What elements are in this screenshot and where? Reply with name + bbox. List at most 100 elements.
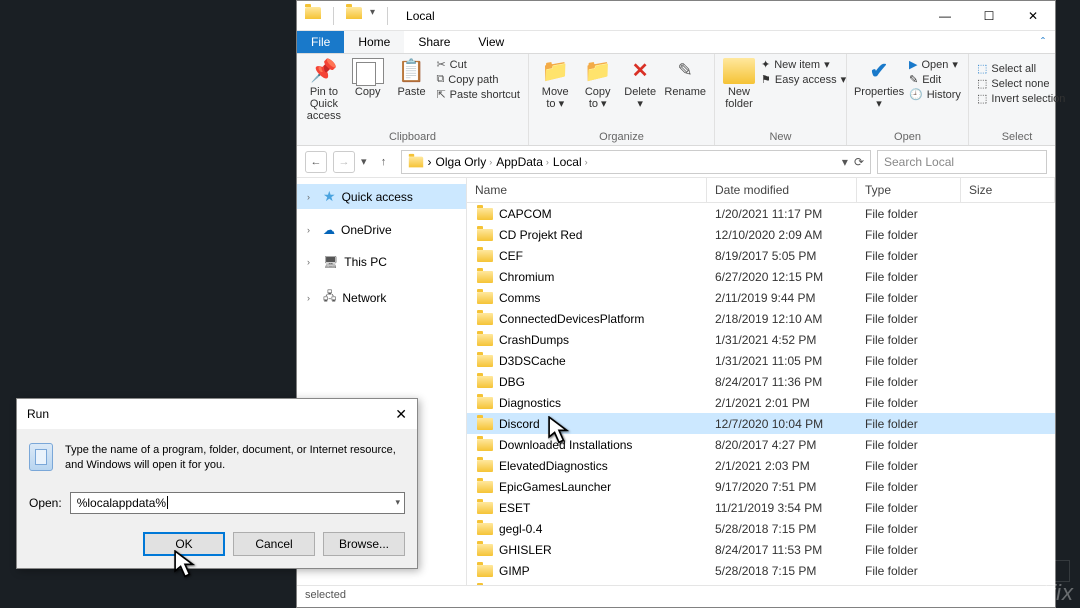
ribbon-collapse-icon[interactable]: ˆ [1031,31,1055,53]
file-row[interactable]: GIMP5/28/2018 7:15 PMFile folder [467,560,1055,581]
file-row[interactable]: Comms 2/11/2019 9:44 PMFile folder [467,287,1055,308]
file-row[interactable]: ElevatedDiagnostics2/1/2021 2:03 PMFile … [467,455,1055,476]
file-name: CD Projekt Red [499,228,582,242]
back-button[interactable]: ← [305,151,327,173]
run-close-button[interactable]: ✕ [395,406,407,423]
move-to-button[interactable]: 📁Move to ▾ [537,58,573,110]
browse-button[interactable]: Browse... [323,532,405,556]
file-name: CrashDumps [499,333,569,347]
close-button[interactable]: ✕ [1011,1,1055,31]
paste-button[interactable]: 📋Paste [393,58,431,98]
file-row[interactable]: EpicGamesLauncher9/17/2020 7:51 PMFile f… [467,476,1055,497]
folder-icon [477,418,493,430]
ribbon: 📌Pin to Quick access Copy 📋Paste ✂Cut ⧉C… [297,54,1055,146]
cut-button[interactable]: ✂Cut [436,58,520,71]
watermark-icon [1044,560,1070,582]
refresh-button[interactable]: ⟳ [854,155,864,169]
watermark-text: ugetfix [1002,580,1074,606]
run-input[interactable]: %localappdata% ▾ [70,492,405,514]
rename-button[interactable]: ✎Rename [664,58,706,98]
copy-to-button[interactable]: 📁Copy to ▾ [579,58,615,110]
address-dropdown-icon[interactable]: ▾ [842,155,848,169]
file-type: File folder [857,480,961,494]
cancel-button[interactable]: Cancel [233,532,315,556]
folder-icon [477,460,493,472]
minimize-button[interactable]: — [923,1,967,31]
file-name: ElevatedDiagnostics [499,459,608,473]
file-row[interactable]: D3DSCache1/31/2021 11:05 PMFile folder [467,350,1055,371]
select-none-button[interactable]: ⬚Select none [977,77,1057,90]
ok-button[interactable]: OK [143,532,225,556]
history-button[interactable]: 🕘History [909,88,961,101]
recent-locations-icon[interactable]: ▾ [361,155,367,168]
breadcrumb-item[interactable]: AppData› [496,155,549,169]
file-row[interactable]: CAPCOM1/20/2021 11:17 PMFile folder [467,203,1055,224]
file-date: 2/11/2019 9:44 PM [707,291,857,305]
properties-button[interactable]: ✔Properties ▾ [855,58,903,110]
paste-shortcut-button[interactable]: ⇱Paste shortcut [436,88,520,101]
breadcrumb-bar[interactable]: › Olga Orly› AppData› Local› ▾ ⟳ [401,150,871,174]
folder-icon [477,334,493,346]
file-row[interactable]: Chromium6/27/2020 12:15 PMFile folder [467,266,1055,287]
pin-quick-access-button[interactable]: 📌Pin to Quick access [305,58,343,122]
new-item-button[interactable]: ✦New item ▾ [761,58,846,71]
run-dialog: Run ✕ Type the name of a program, folder… [16,398,418,569]
copy-path-button[interactable]: ⧉Copy path [436,73,520,86]
tab-file[interactable]: File [297,31,344,53]
edit-button[interactable]: ✎Edit [909,73,961,86]
up-button[interactable]: ↑ [373,151,395,173]
qat-icon[interactable] [346,7,362,19]
file-row[interactable]: DBG8/24/2017 11:36 PMFile folder [467,371,1055,392]
open-button[interactable]: ▶Open ▾ [909,58,961,71]
qat-dropdown-icon[interactable]: ▾ [370,7,375,25]
file-name: GIMP [499,564,530,578]
delete-button[interactable]: ✕Delete ▾ [622,58,658,110]
nav-network[interactable]: ›🖧Network [297,283,466,312]
file-type: File folder [857,291,961,305]
file-row[interactable]: CEF8/19/2017 5:05 PMFile folder [467,245,1055,266]
breadcrumb-item[interactable]: Olga Orly› [436,155,493,169]
search-input[interactable]: Search Local [877,150,1047,174]
file-type: File folder [857,564,961,578]
folder-icon [477,481,493,493]
nav-onedrive[interactable]: ›☁OneDrive [297,219,466,241]
file-date: 2/18/2019 12:10 AM [707,312,857,326]
run-dropdown-icon[interactable]: ▾ [395,497,400,508]
file-row[interactable]: ESET11/21/2019 3:54 PMFile folder [467,497,1055,518]
file-date: 1/20/2021 11:17 PM [707,207,857,221]
window-folder-icon [305,7,321,19]
folder-icon [477,271,493,283]
file-name: EpicGamesLauncher [499,480,611,494]
maximize-button[interactable]: ☐ [967,1,1011,31]
run-description: Type the name of a program, folder, docu… [65,443,405,474]
breadcrumb-item[interactable]: Local› [553,155,588,169]
tab-share[interactable]: Share [404,31,464,53]
file-row[interactable]: CrashDumps1/31/2021 4:52 PMFile folder [467,329,1055,350]
forward-button[interactable]: → [333,151,355,173]
column-headers[interactable]: Name Date modified Type Size [467,178,1055,203]
new-folder-button[interactable]: New folder [723,58,755,110]
folder-icon [477,439,493,451]
folder-icon [477,397,493,409]
tab-home[interactable]: Home [344,31,404,53]
file-row[interactable]: Diagnostics2/1/2021 2:01 PMFile folder [467,392,1055,413]
invert-selection-button[interactable]: ⬚Invert selection [977,92,1057,105]
file-name: DBG [499,375,525,389]
nav-this-pc[interactable]: ›🖥This PC [297,251,466,273]
col-size: Size [961,178,1055,202]
file-row[interactable]: gegl-0.45/28/2018 7:15 PMFile folder [467,518,1055,539]
copy-button[interactable]: Copy [349,58,387,98]
file-row[interactable]: ConnectedDevicesPlatform2/18/2019 12:10 … [467,308,1055,329]
file-date: 1/31/2021 11:05 PM [707,354,857,368]
select-all-button[interactable]: ⬚Select all [977,62,1057,75]
nav-quick-access[interactable]: ›★Quick access [297,184,466,209]
file-row[interactable]: CD Projekt Red12/10/2020 2:09 AMFile fol… [467,224,1055,245]
easy-access-button[interactable]: ⚑Easy access ▾ [761,73,846,86]
file-row[interactable]: Downloaded Installations8/20/2017 4:27 P… [467,434,1055,455]
file-type: File folder [857,396,961,410]
tab-view[interactable]: View [464,31,518,53]
file-date: 11/21/2019 3:54 PM [707,501,857,515]
file-name: Comms [499,291,540,305]
file-row[interactable]: Discord12/7/2020 10:04 PMFile folder [467,413,1055,434]
file-row[interactable]: GHISLER8/24/2017 11:53 PMFile folder [467,539,1055,560]
